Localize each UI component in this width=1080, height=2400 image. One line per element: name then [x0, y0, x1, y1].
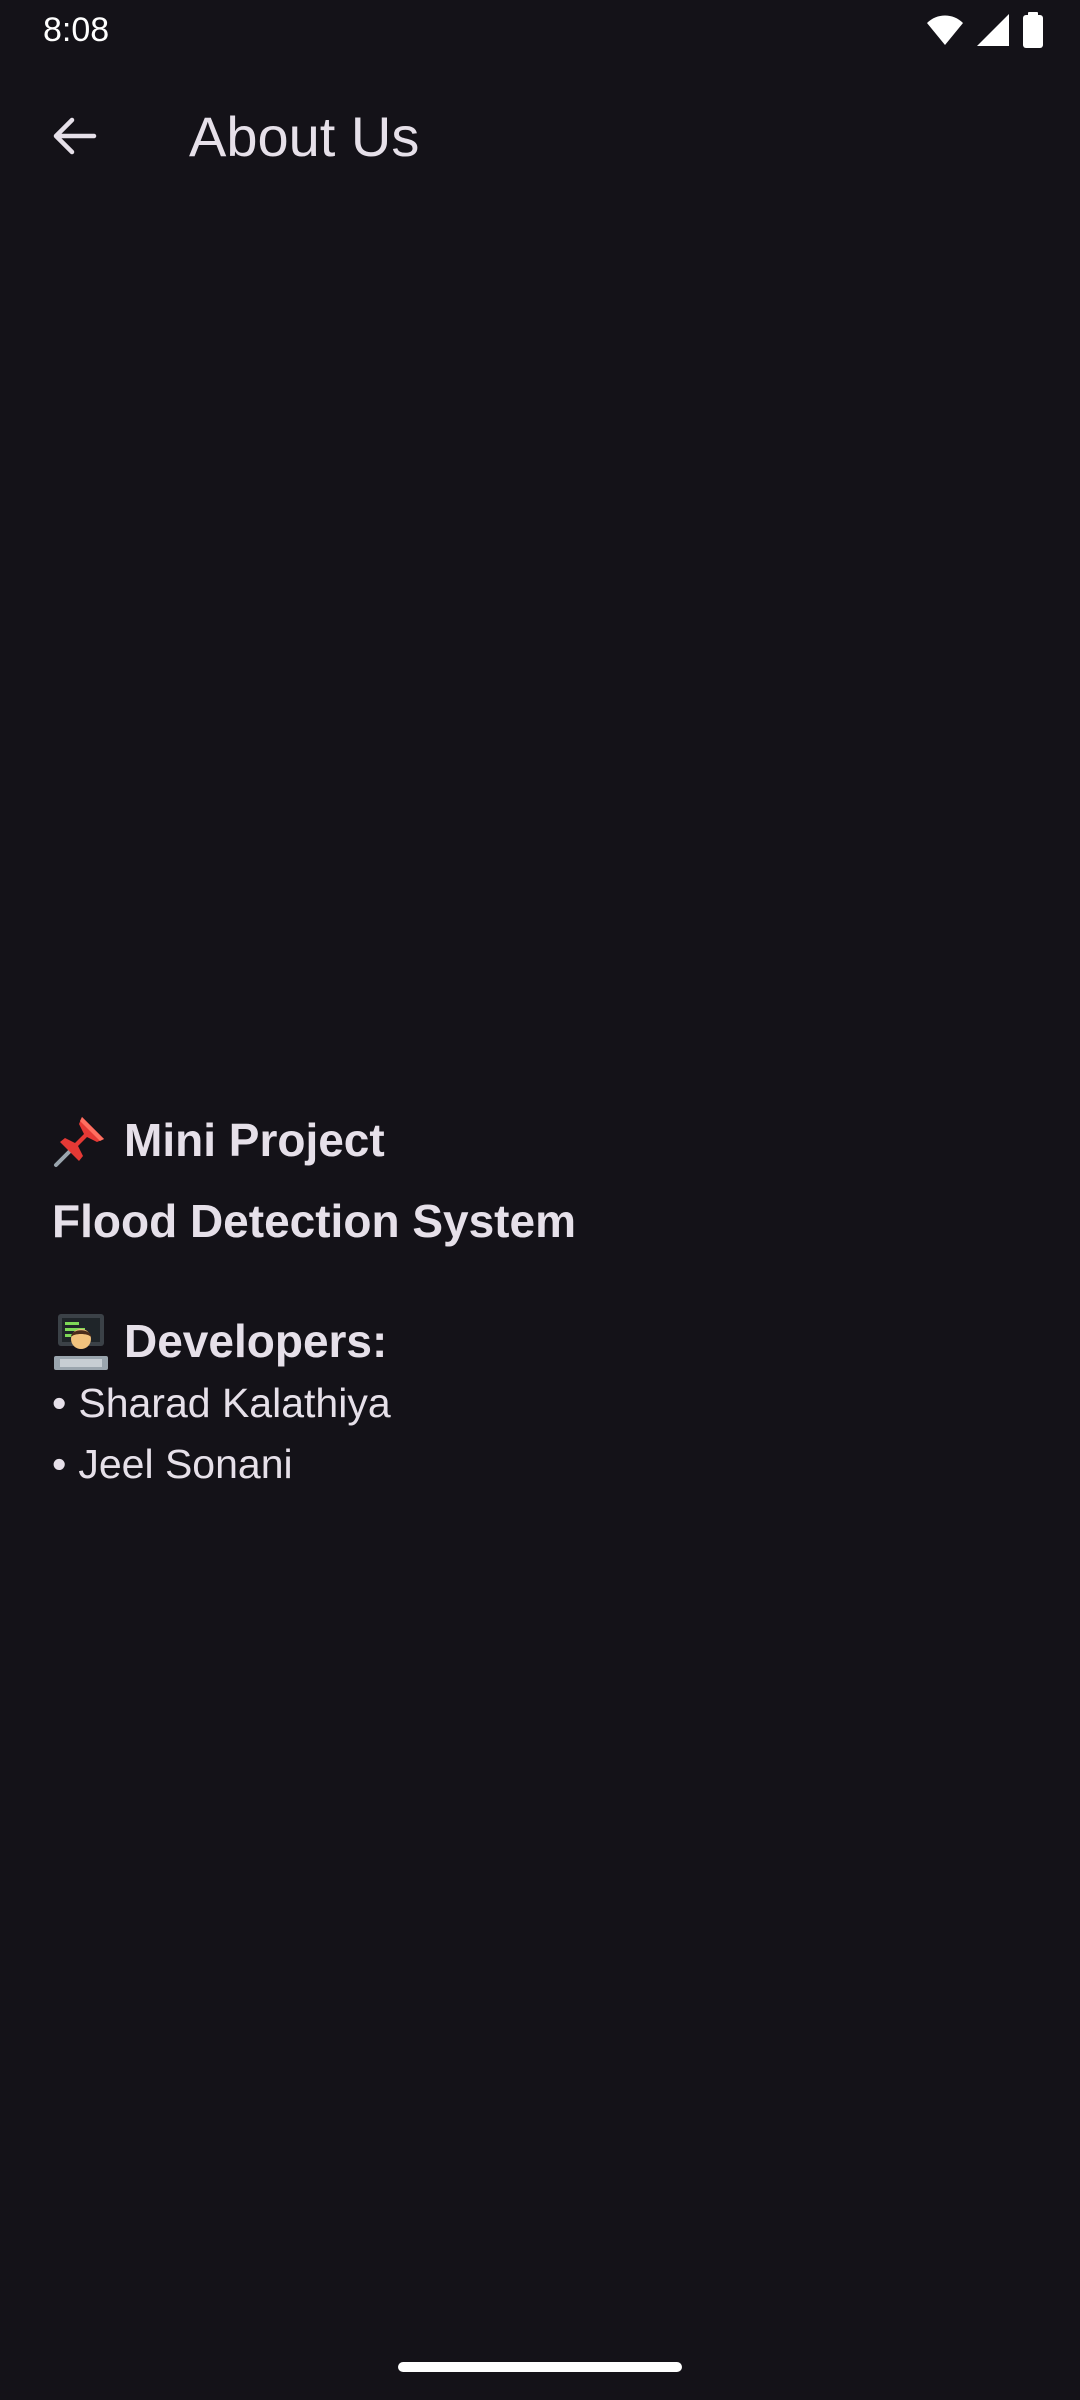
developer-item: • Jeel Sonani	[52, 1434, 1028, 1495]
status-icons	[926, 12, 1044, 48]
technologist-icon	[52, 1312, 110, 1370]
developers-heading: Developers:	[52, 1309, 1028, 1373]
about-content: Mini Project Flood Detection System Deve…	[52, 1108, 1028, 1495]
home-indicator[interactable]	[398, 2362, 682, 2372]
pushpin-icon	[52, 1111, 110, 1169]
battery-icon	[1022, 12, 1044, 48]
project-heading-label: Mini Project	[124, 1114, 385, 1166]
developers-list: • Sharad Kalathiya • Jeel Sonani	[52, 1373, 1028, 1495]
project-name: Flood Detection System	[52, 1195, 576, 1247]
arrow-back-icon	[50, 112, 98, 165]
developer-item: • Sharad Kalathiya	[52, 1373, 1028, 1434]
bullet: •	[52, 1380, 67, 1426]
signal-icon	[976, 13, 1010, 47]
back-button[interactable]	[32, 96, 116, 180]
developer-name: Sharad Kalathiya	[78, 1380, 391, 1426]
app-bar: About Us	[0, 72, 1080, 200]
developers-heading-label: Developers:	[124, 1315, 388, 1367]
page-title: About Us	[189, 105, 420, 168]
wifi-icon	[926, 14, 964, 46]
developer-name: Jeel Sonani	[78, 1441, 293, 1487]
project-heading: Mini Project	[52, 1108, 1028, 1172]
status-time: 8:08	[43, 11, 110, 49]
status-bar: 8:08	[0, 0, 1080, 62]
bullet: •	[52, 1441, 67, 1487]
